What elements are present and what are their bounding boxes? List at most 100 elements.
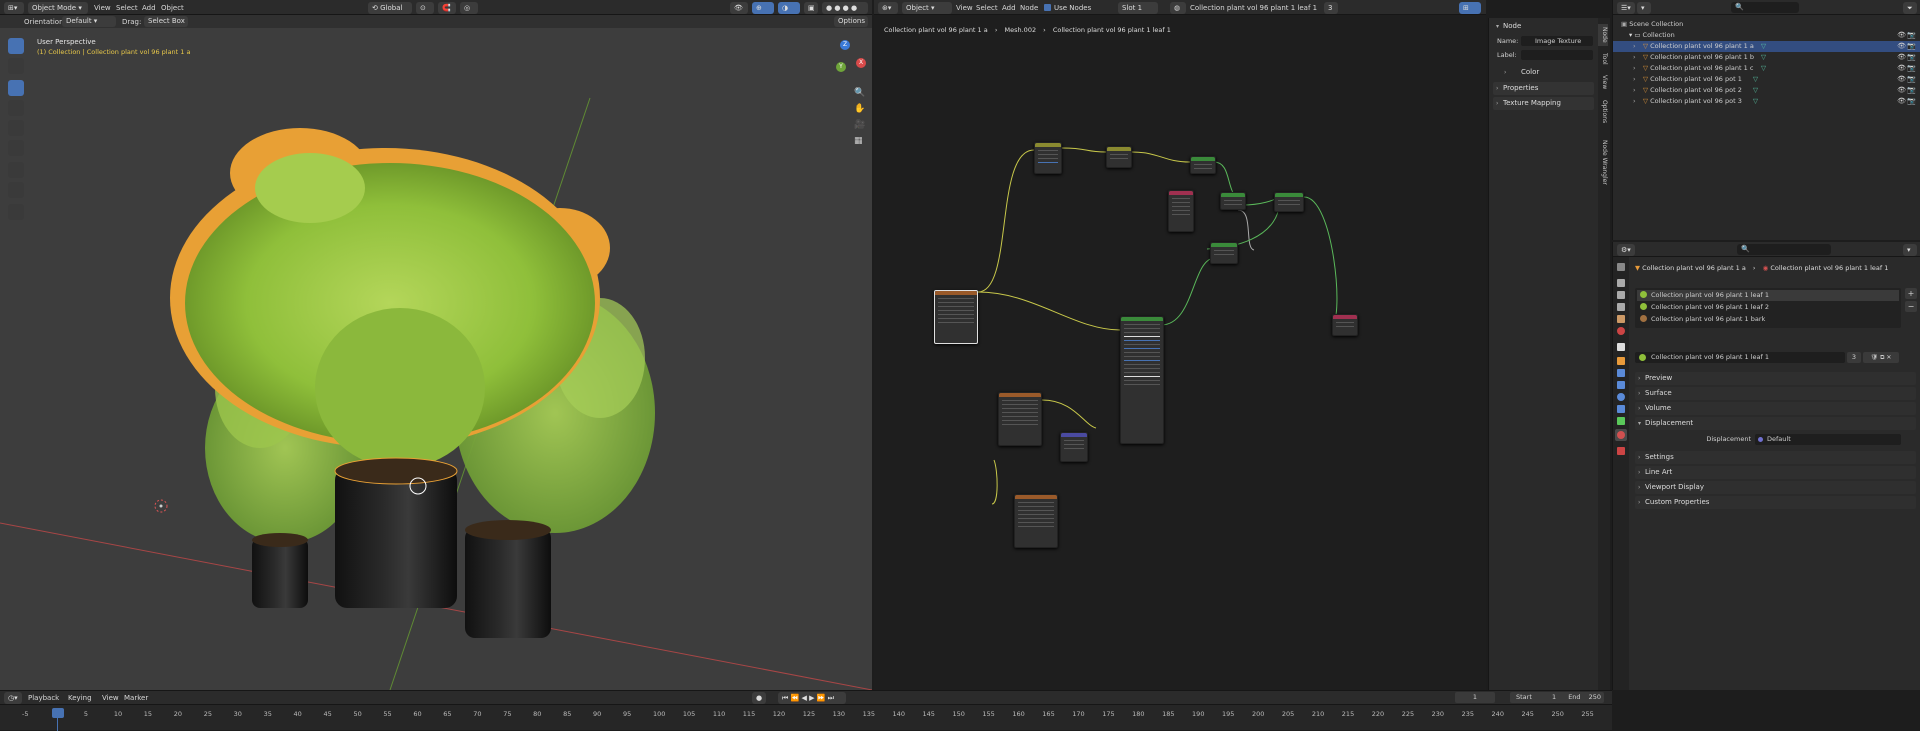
node-material-output[interactable] <box>1332 314 1358 336</box>
camera-view-icon[interactable]: 🎥 <box>854 120 865 130</box>
output-tab-icon[interactable] <box>1617 291 1625 299</box>
frame-range-field[interactable]: Start 1 End 250 <box>1510 692 1604 703</box>
remove-slot-button[interactable]: − <box>1905 301 1917 312</box>
outliner-item[interactable]: › ▽ Collection plant vol 96 pot 2 ▽ 👁 📷 <box>1613 85 1920 96</box>
color-panel[interactable]: › Color <box>1501 66 1594 79</box>
scene-collection-row[interactable]: ▣ Scene Collection <box>1613 19 1920 30</box>
annotate-tool[interactable] <box>8 162 24 178</box>
tab-tool[interactable]: Tool <box>1598 50 1608 68</box>
eye-icon[interactable]: 👁 <box>1897 30 1906 41</box>
outliner-item[interactable]: › ▽ Collection plant vol 96 plant 1 b ▽ 👁 📷 <box>1613 52 1920 63</box>
texture-tab-icon[interactable] <box>1617 447 1625 455</box>
timeline[interactable]: ◷▾ Playback Keying View Marker ● ⏮ ⏪ ◀ ▶… <box>0 690 1612 731</box>
xray-button[interactable]: ▣ <box>804 2 818 14</box>
outliner-item[interactable]: › ▽ Collection plant vol 96 pot 3 ▽ 👁 📷 <box>1613 96 1920 107</box>
outliner[interactable]: ☰▾ ▾ 🔍 ⏷ ▣ Scene Collection ▾ ▭ Collecti… <box>1612 0 1920 240</box>
node-mix-b[interactable] <box>1220 192 1246 210</box>
expand-icon[interactable]: › <box>1633 52 1636 63</box>
timeline-type-button[interactable]: ◷▾ <box>4 692 22 704</box>
camera-icon[interactable]: 📷 <box>1907 96 1916 107</box>
timeline-menu-marker[interactable]: Marker <box>124 692 148 704</box>
properties-breadcrumb-material[interactable]: Collection plant vol 96 plant 1 leaf 1 <box>1770 264 1888 272</box>
node-mapping[interactable] <box>1034 142 1062 174</box>
scene-canvas[interactable] <box>0 28 872 690</box>
eye-icon[interactable]: 👁 <box>1897 96 1906 107</box>
options-dropdown[interactable]: Options <box>834 16 868 27</box>
scene-tab-icon[interactable] <box>1617 315 1625 323</box>
scale-tool[interactable] <box>8 120 24 136</box>
outliner-type-button[interactable]: ☰▾ <box>1617 2 1635 14</box>
camera-icon[interactable]: 📷 <box>1907 74 1916 85</box>
add-cube-tool[interactable] <box>8 204 24 220</box>
transform-space-dropdown[interactable]: ⟲ Global <box>368 2 412 14</box>
rotate-tool[interactable] <box>8 100 24 116</box>
eye-icon[interactable]: 👁 <box>1897 63 1906 74</box>
constraints-tab-icon[interactable] <box>1617 405 1625 413</box>
expand-icon[interactable]: › <box>1633 96 1636 107</box>
timeline-ruler[interactable]: -515101520253035404550556065707580859095… <box>0 707 1612 731</box>
gizmo-z-axis[interactable]: Z <box>840 40 850 50</box>
node-section-header[interactable]: ▾ Node <box>1493 20 1594 33</box>
timeline-menu-keying[interactable]: Keying <box>68 692 92 704</box>
view-layer-tab-icon[interactable] <box>1617 303 1625 311</box>
tab-node[interactable]: Node <box>1598 24 1608 46</box>
shading-buttons[interactable]: ● ● ● ● <box>822 2 868 14</box>
world-tab-icon[interactable] <box>1617 327 1625 335</box>
mode-dropdown[interactable]: Object Mode ▾ <box>28 2 88 14</box>
properties-panel-line-art[interactable]: › Line Art <box>1635 466 1916 479</box>
material-users-field[interactable]: 3 <box>1847 352 1861 363</box>
node-image-texture[interactable] <box>934 290 978 344</box>
eye-icon[interactable]: 👁 <box>1897 74 1906 85</box>
material-datablock-field[interactable]: Collection plant vol 96 plant 1 leaf 1 <box>1635 352 1845 363</box>
viewport-3d[interactable]: ⊞▾ Object Mode ▾ View Select Add Object … <box>0 0 872 690</box>
playback-controls[interactable]: ⏮ ⏪ ◀ ▶ ⏩ ⏭ <box>778 692 846 704</box>
eye-icon[interactable]: 👁 <box>1897 41 1906 52</box>
properties-panel-custom-properties[interactable]: › Custom Properties <box>1635 496 1916 509</box>
menu-view[interactable]: View <box>94 2 111 14</box>
proportional-button[interactable]: ◎ <box>460 2 478 14</box>
tool-tab-icon[interactable] <box>1617 263 1625 271</box>
drag-dropdown[interactable]: Select Box <box>144 16 188 27</box>
properties-type-button[interactable]: ⚙▾ <box>1617 244 1635 256</box>
object-tab-icon[interactable] <box>1617 357 1625 365</box>
zoom-icon[interactable]: 🔍 <box>854 88 865 98</box>
outliner-search-input[interactable]: 🔍 <box>1731 2 1799 13</box>
node-editor[interactable]: ⊛▾ Object ▾ View Select Add Node Use Nod… <box>874 0 1486 690</box>
material-slot-item[interactable]: Collection plant vol 96 plant 1 leaf 1 <box>1637 290 1899 301</box>
outliner-item[interactable]: › ▽ Collection plant vol 96 plant 1 a ▽ 👁 📷 <box>1613 41 1920 52</box>
node-mix-c[interactable] <box>1210 242 1238 264</box>
properties-panel-volume[interactable]: › Volume <box>1635 402 1916 415</box>
outliner-item[interactable]: › ▽ Collection plant vol 96 pot 1 ▽ 👁 📷 <box>1613 74 1920 85</box>
collection-row[interactable]: ▾ ▭ Collection 👁 📷 <box>1613 30 1920 41</box>
node-separate[interactable] <box>1106 146 1132 168</box>
current-frame-field[interactable]: 1 <box>1455 692 1495 703</box>
properties-panel[interactable]: › Properties <box>1493 82 1594 95</box>
gizmo-y-axis[interactable]: Y <box>836 62 846 72</box>
expand-icon[interactable]: › <box>1633 63 1636 74</box>
name-field[interactable]: Image Texture <box>1521 36 1593 46</box>
tab-view[interactable]: View <box>1598 72 1608 92</box>
properties-editor[interactable]: ⚙▾ 🔍 ▾ ▼ Collection plant vol 96 plant 1… <box>1612 242 1920 690</box>
navigation-gizmo[interactable]: Z X Y <box>820 40 868 80</box>
node-principled-bsdf[interactable] <box>1120 316 1164 444</box>
timeline-menu-view[interactable]: View <box>102 692 119 704</box>
camera-icon[interactable]: 📷 <box>1907 41 1916 52</box>
data-tab-icon[interactable] <box>1617 417 1625 425</box>
add-slot-button[interactable]: + <box>1905 288 1917 299</box>
timeline-menu-playback[interactable]: Playback <box>28 692 59 704</box>
editor-type-button[interactable]: ⊞▾ <box>4 2 24 14</box>
collection-tab-icon[interactable] <box>1617 343 1625 351</box>
node-image-texture-2[interactable] <box>998 392 1042 446</box>
outliner-item[interactable]: › ▽ Collection plant vol 96 plant 1 c ▽ 👁 📷 <box>1613 63 1920 74</box>
properties-options-button[interactable]: ▾ <box>1903 244 1917 256</box>
properties-breadcrumb-object[interactable]: Collection plant vol 96 plant 1 a <box>1642 264 1746 272</box>
material-slot-list[interactable]: Collection plant vol 96 plant 1 leaf 1 C… <box>1635 288 1901 328</box>
menu-add[interactable]: Add <box>142 2 156 14</box>
node-math[interactable] <box>1168 190 1194 232</box>
expand-icon[interactable]: › <box>1633 74 1636 85</box>
fake-user-button[interactable]: 🛡 ⧉ ✕ <box>1863 352 1899 363</box>
properties-panel-displacement[interactable]: ▾ Displacement <box>1635 417 1916 430</box>
grid-view-icon[interactable]: ▦ <box>854 136 863 146</box>
move-tool[interactable] <box>8 80 24 96</box>
tab-options[interactable]: Options <box>1598 96 1608 128</box>
